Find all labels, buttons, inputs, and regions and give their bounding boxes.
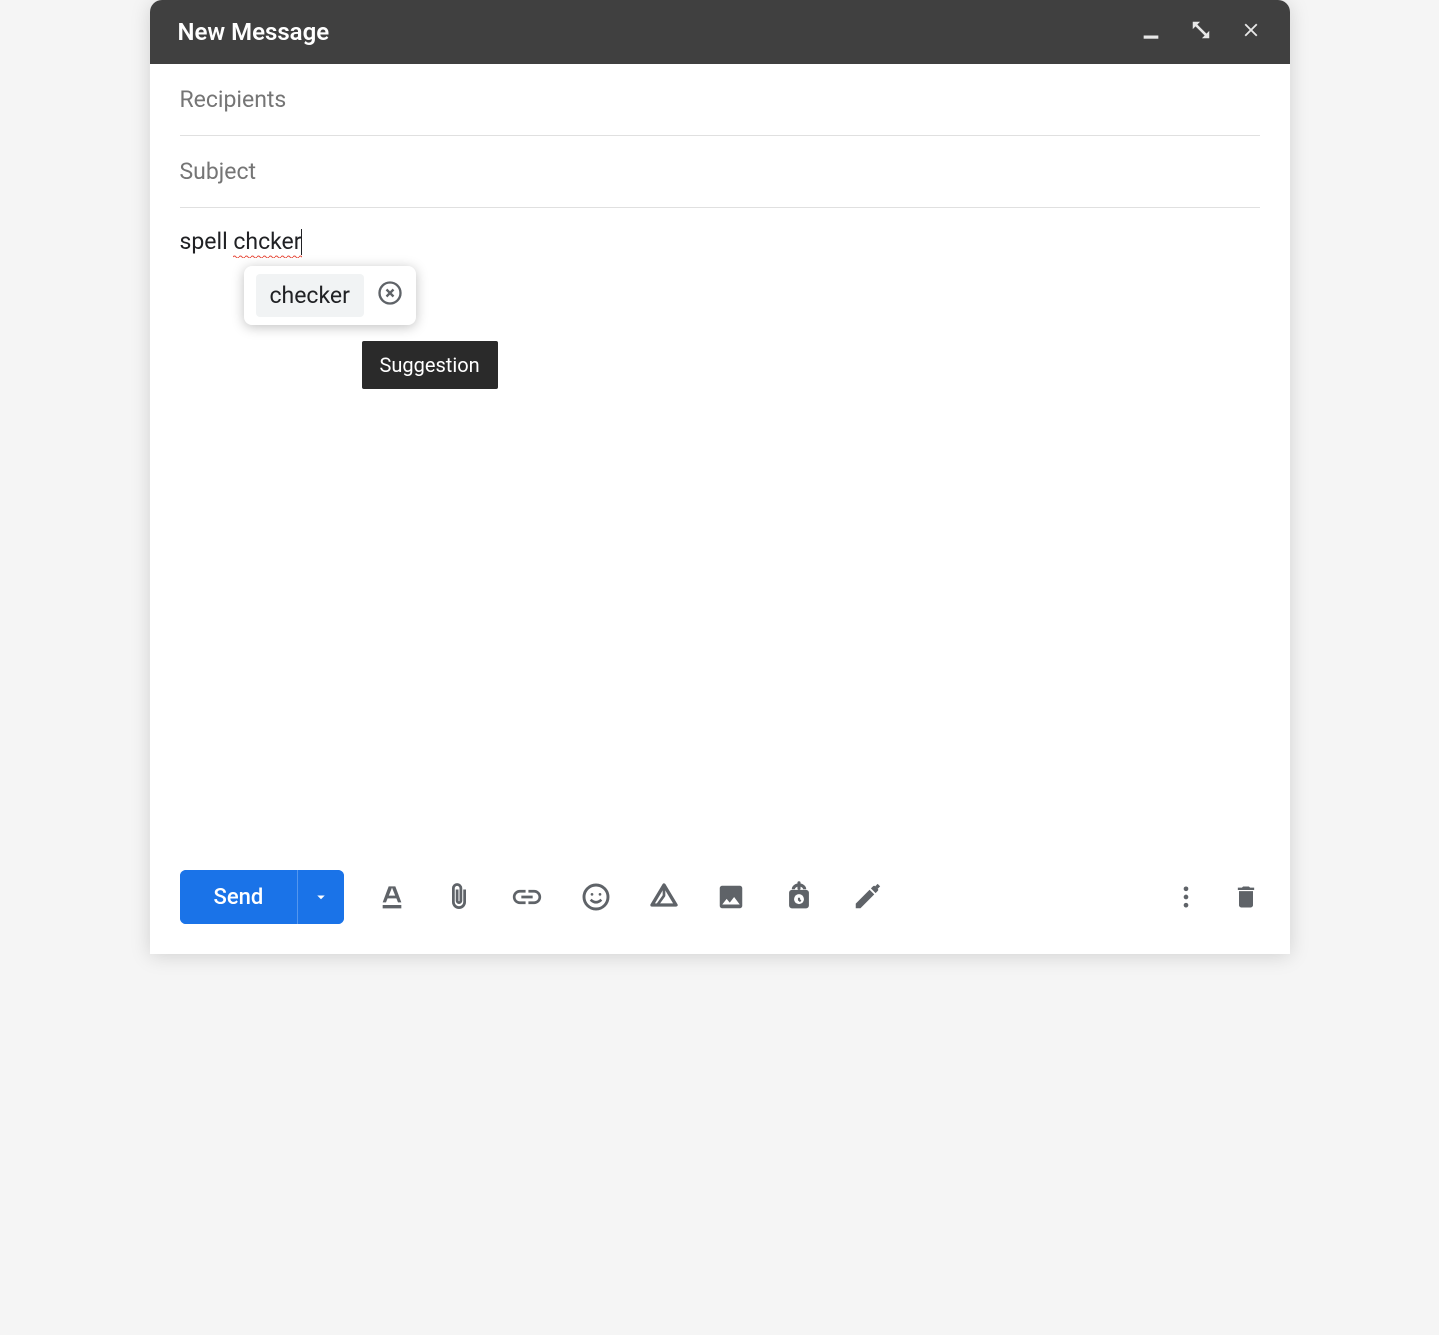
image-icon[interactable] — [716, 882, 746, 912]
send-button-group: Send — [180, 870, 345, 924]
expand-icon[interactable] — [1190, 19, 1212, 45]
confidential-icon[interactable] — [782, 880, 816, 914]
footer-left: Send — [180, 870, 883, 924]
subject-row — [180, 136, 1260, 208]
footer-right — [1172, 883, 1260, 911]
compose-footer: Send — [150, 848, 1290, 954]
delete-icon[interactable] — [1232, 883, 1260, 911]
pen-icon[interactable] — [852, 882, 882, 912]
toolbar-icons — [376, 880, 882, 914]
emoji-icon[interactable] — [580, 881, 612, 913]
subject-field[interactable] — [180, 158, 1260, 185]
compose-window: New Message spell chcker check — [150, 0, 1290, 954]
content-area: spell chcker checker Suggestion — [150, 64, 1290, 848]
dismiss-suggestion-icon[interactable] — [376, 279, 404, 313]
more-options-icon[interactable] — [1172, 883, 1200, 911]
send-more-button[interactable] — [298, 870, 344, 924]
attach-icon[interactable] — [444, 882, 474, 912]
text-format-icon[interactable] — [376, 881, 408, 913]
recipients-row — [180, 64, 1260, 136]
recipients-field[interactable] — [180, 86, 1260, 113]
suggestion-tooltip: Suggestion — [362, 341, 498, 389]
misspelled-word[interactable]: chcker — [233, 226, 301, 258]
suggestion-word[interactable]: checker — [256, 274, 364, 317]
header-title: New Message — [178, 18, 330, 46]
header-controls — [1140, 19, 1262, 45]
minimize-icon[interactable] — [1140, 19, 1162, 45]
message-body[interactable]: spell chcker checker Suggestion — [180, 208, 1260, 848]
compose-header: New Message — [150, 0, 1290, 64]
close-icon[interactable] — [1240, 19, 1262, 45]
drive-icon[interactable] — [648, 881, 680, 913]
spellcheck-popover: checker — [244, 266, 416, 325]
body-text-before: spell — [180, 228, 234, 255]
send-button[interactable]: Send — [180, 870, 299, 924]
link-icon[interactable] — [510, 880, 544, 914]
